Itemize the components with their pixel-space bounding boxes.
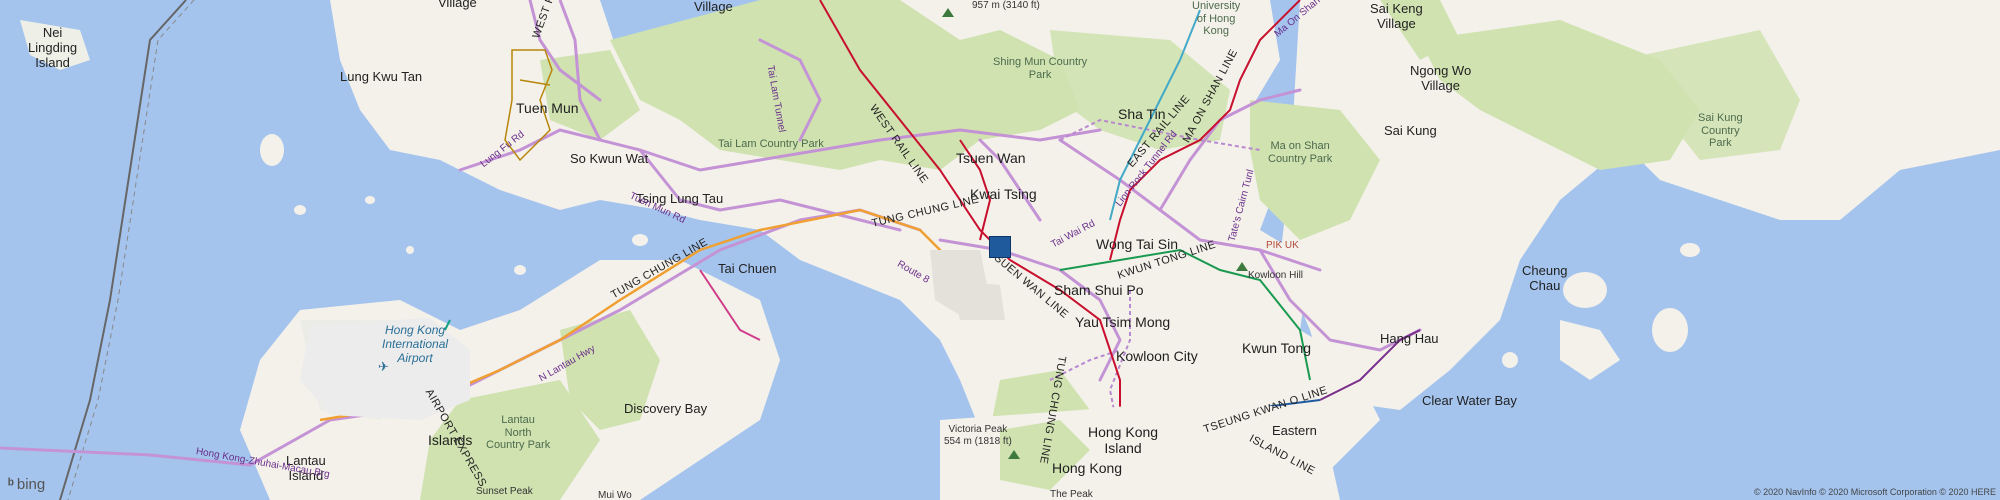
place-lung-kwu-tan: Lung Kwu Tan: [340, 69, 423, 84]
place-sai-kung: Sai Kung: [1384, 123, 1437, 138]
airport-icon: ✈: [378, 359, 389, 374]
place-sham-shui-po: Sham Shui Po: [1054, 282, 1144, 298]
place-eastern: Eastern: [1272, 423, 1317, 438]
place-wong-tai-sin: Wong Tai Sin: [1096, 236, 1178, 252]
place-tai-lam-country-park: Tai Lam Country Park: [718, 138, 824, 150]
mountain-icon: [1236, 262, 1248, 271]
place-tsuen-wan: Tsuen Wan: [956, 150, 1026, 166]
place-tuen-mun: Tuen Mun: [516, 100, 579, 116]
place-the-peak: The Peak: [1050, 489, 1093, 500]
place-village: Village: [694, 0, 733, 14]
place-lantau-north-country-park: Lantau North Country Park: [486, 414, 551, 452]
place-kwun-tong: Kwun Tong: [1242, 340, 1312, 356]
place-pik-uk: PIK UK: [1266, 240, 1299, 251]
place-mui-wo: Mui Wo: [598, 490, 632, 500]
place-ma-on-shan-country-park: Ma on Shan Country Park: [1268, 140, 1333, 165]
place-so-kwun-wat: So Kwun Wat: [570, 151, 649, 166]
place-hang-hau: Hang Hau: [1380, 331, 1439, 346]
location-marker[interactable]: [989, 236, 1011, 258]
place-kowloon-city: Kowloon City: [1116, 348, 1198, 364]
place-hong-kong: Hong Kong: [1052, 460, 1123, 476]
place-sunset-peak: Sunset Peak: [476, 486, 533, 497]
map-copyright: © 2020 NavInfo © 2020 Microsoft Corporat…: [1753, 487, 1996, 497]
place-village-top: Village: [438, 0, 477, 10]
place-university-hong-kong: University of Hong Kong: [1192, 0, 1241, 38]
place-kwai-tsing: Kwai Tsing: [970, 186, 1037, 202]
place-discovery-bay: Discovery Bay: [624, 401, 708, 416]
place-cheung-chau: Cheung Chau: [1522, 263, 1568, 293]
place-sai-kung-country-park: Sai Kung Country Park: [1698, 112, 1743, 150]
place-shing-mun-country-park: Shing Mun Country Park: [993, 56, 1088, 81]
mountain-icon: [1008, 450, 1020, 459]
place-nei-lingding: Nei Lingding Island: [28, 25, 78, 70]
place-tai-chuen: Tai Chuen: [718, 261, 777, 276]
place-kowloon-hill: Kowloon Hill: [1248, 270, 1304, 281]
place-hong-kong-island: Hong Kong Island: [1088, 424, 1159, 457]
bing-icon: ᵇ: [8, 476, 14, 493]
place-sha-tin: Sha Tin: [1118, 106, 1166, 122]
place-clear-water-bay: Clear Water Bay: [1422, 393, 1517, 408]
place-victoria-peak: Victoria Peak 554 m (1818 ft): [944, 424, 1012, 447]
place-hong-kong-international-airport: Hong Kong International Airport: [382, 323, 449, 365]
bing-logo-text: bing: [16, 476, 46, 493]
bing-logo[interactable]: ᵇ bing: [8, 476, 45, 493]
place-peak-957: 957 m (3140 ft): [972, 0, 1040, 11]
place-ngong-wo-village: Ngong Wo Village: [1410, 63, 1472, 93]
place-yau-tsim-mong: Yau Tsim Mong: [1075, 314, 1171, 330]
mountain-icon: [942, 8, 954, 17]
place-sai-keng-village: Sai Keng Village: [1370, 1, 1423, 31]
map-canvas[interactable]: Nei Lingding Island Lung Kwu Tan Tuen Mun …: [0, 0, 2000, 500]
